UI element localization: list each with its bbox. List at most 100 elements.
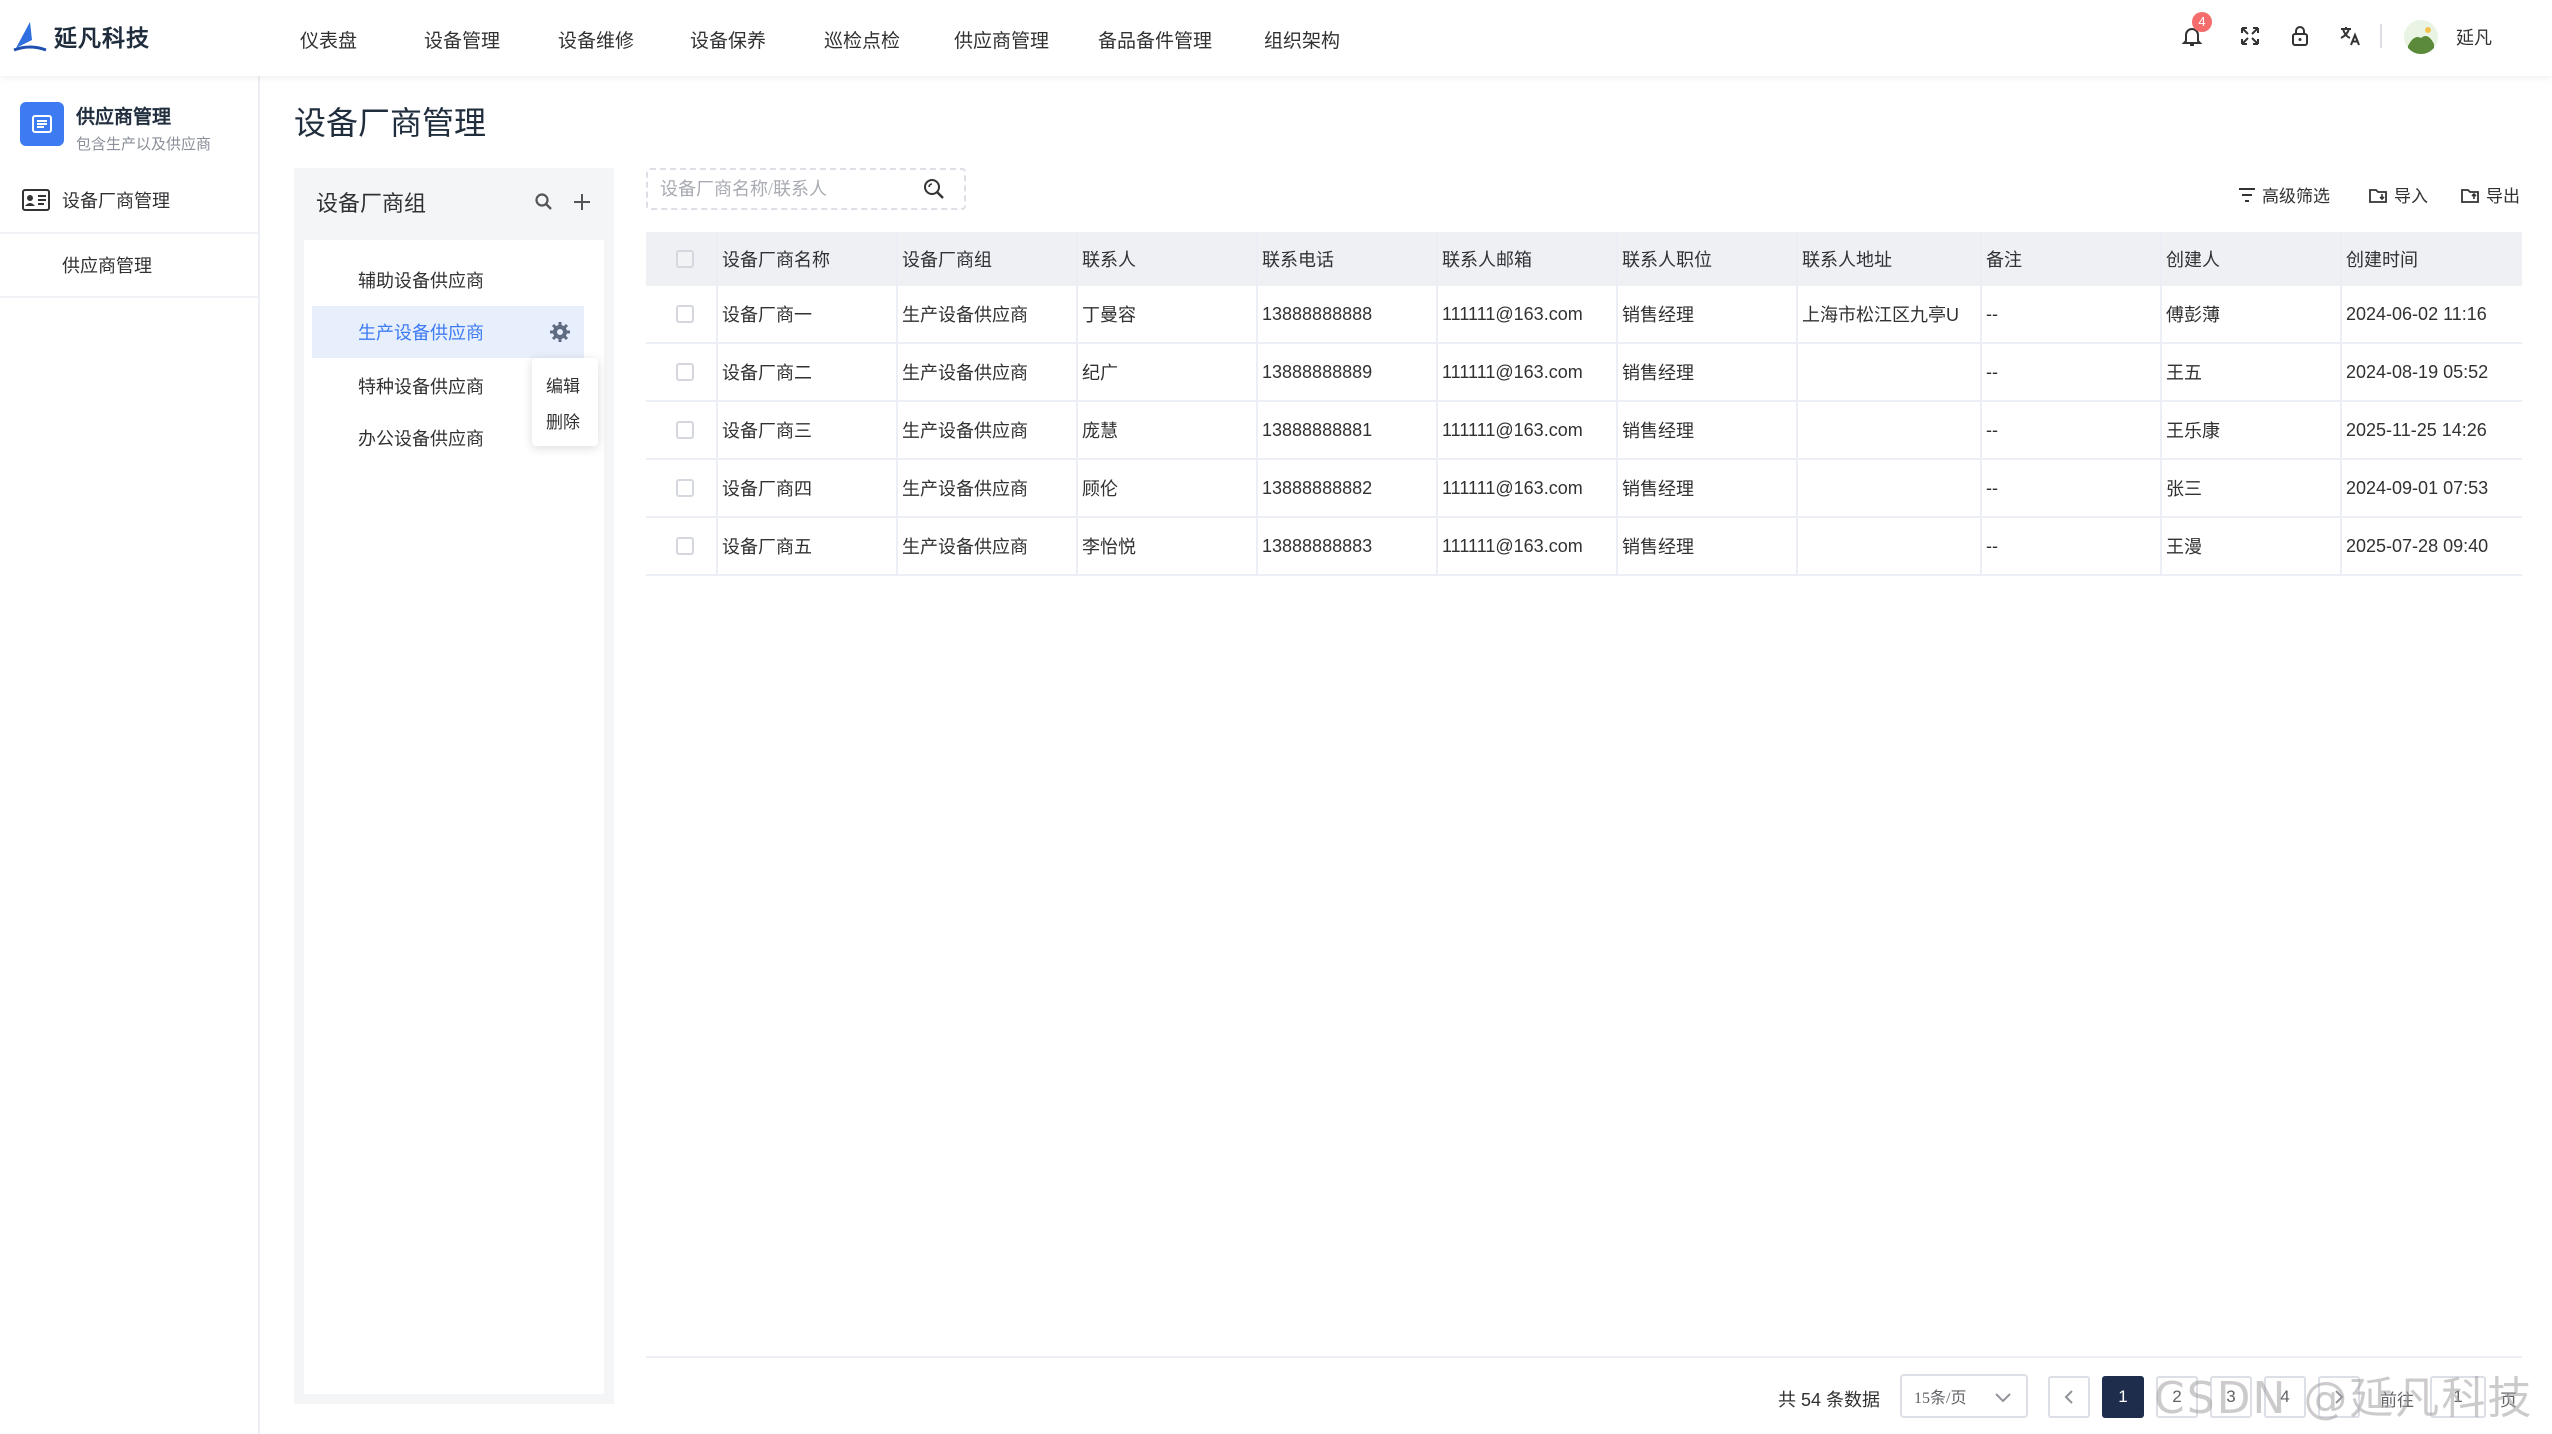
search-box [646,168,966,210]
id-card-icon [22,189,50,211]
table-row[interactable]: 设备厂商一 生产设备供应商 丁曼容 13888888888 111111@163.com… [646,286,2522,344]
supplier-module-icon [20,102,64,146]
column-divider [2160,232,2162,576]
page-size-select[interactable]: 15条/页 [1900,1374,2028,1418]
nav-inspection[interactable]: 巡检点检 [824,26,900,53]
table-cell: 111111@163.com [1442,361,1583,382]
header-divider [2380,24,2382,48]
sidebar-divider [0,296,258,298]
table-row[interactable]: 设备厂商二 生产设备供应商 纪广 13888888889 111111@163.com 销… [646,344,2522,402]
search-input[interactable] [660,178,910,200]
table-cell: 2025-11-25 14:26 [2346,419,2487,440]
group-item-production[interactable]: 生产设备供应商 [312,306,584,358]
nav-supplier[interactable]: 供应商管理 [954,26,1049,53]
import-button[interactable]: 导入 [2368,182,2428,207]
table-cell: 王乐康 [2166,421,2220,441]
sidebar: 供应商管理 包含生产以及供应商 设备厂商管理 供应商管理 [0,76,260,1434]
sidebar-item-vendor[interactable]: 设备厂商管理 [0,168,258,232]
nav-dashboard[interactable]: 仪表盘 [300,26,357,53]
page-button-1[interactable]: 1 [2102,1376,2144,1418]
row-checkbox-cell [672,286,694,342]
translate-icon[interactable] [2336,22,2364,50]
group-item-auxiliary[interactable]: 辅助设备供应商 [312,254,584,306]
table-row[interactable]: 设备厂商三 生产设备供应商 庞慧 13888888881 111111@163.com 销… [646,402,2522,460]
row-checkbox[interactable] [676,537,694,555]
select-all-checkbox[interactable] [676,250,694,268]
fullscreen-icon[interactable] [2236,22,2264,50]
group-context-menu: 编辑 删除 [532,358,598,446]
menu-item-delete[interactable]: 删除 [546,408,580,433]
table-cell: 张三 [2166,479,2202,499]
column-header: 联系人邮箱 [1442,250,1532,270]
gear-icon[interactable] [548,320,572,344]
notification-badge: 4 [2192,12,2212,32]
sidebar-subtitle: 包含生产以及供应商 [76,136,212,153]
table-cell: 111111@163.com [1442,303,1583,324]
table-cell: 销售经理 [1622,305,1694,325]
table-cell: 13888888888 [1262,303,1373,324]
row-checkbox-cell [672,518,694,574]
nav-spare-parts[interactable]: 备品备件管理 [1098,26,1212,53]
table-cell: 2024-08-19 05:52 [2346,361,2489,382]
export-button[interactable]: 导出 [2460,182,2520,207]
row-checkbox[interactable] [676,421,694,439]
search-icon[interactable] [920,176,948,204]
username[interactable]: 延凡 [2456,24,2492,50]
table-cell: 设备厂商二 [722,363,812,383]
nav-repair[interactable]: 设备维修 [558,26,634,53]
table-cell: 设备厂商一 [722,305,812,325]
advanced-filter-button[interactable]: 高级筛选 [2238,182,2330,207]
group-panel: 设备厂商组 辅助设备供应商 生产设备供应商 特种设备供应商 办公设备供应商 [294,168,614,1404]
lock-icon[interactable] [2286,22,2314,50]
table-cell: 生产设备供应商 [902,537,1028,557]
table-cell: 生产设备供应商 [902,421,1028,441]
menu-item-edit[interactable]: 编辑 [546,372,580,397]
table-cell [1798,518,1982,574]
table-cell: -- [1986,361,1998,382]
row-checkbox[interactable] [676,305,694,323]
search-icon[interactable] [530,188,558,216]
table-row[interactable]: 设备厂商四 生产设备供应商 顾伦 13888888882 111111@163.com 销… [646,460,2522,518]
column-divider [1436,232,1438,576]
table-header: 设备厂商名称 设备厂商组 联系人 联系电话 联系人邮箱 联系人职位 联系人地址 备注 创建人 创建… [646,232,2522,286]
table-cell: 上海市松江区九亭U [1802,305,1959,325]
chevron-down-icon [1995,1393,2011,1403]
group-panel-title: 设备厂商组 [316,191,427,216]
table-row[interactable]: 设备厂商五 生产设备供应商 李怡悦 13888888883 111111@163.com… [646,518,2522,576]
table-cell: 生产设备供应商 [902,305,1028,325]
avatar[interactable] [2404,20,2438,54]
prev-page-button[interactable] [2048,1376,2090,1418]
table-cell: 销售经理 [1622,479,1694,499]
sidebar-item-label: 设备厂商管理 [62,191,170,211]
table-cell: -- [1986,419,1998,440]
table-cell: 13888888889 [1262,361,1373,382]
table-cell: 傅彭薄 [2166,305,2220,325]
nav-equipment[interactable]: 设备管理 [424,26,500,53]
row-checkbox[interactable] [676,479,694,497]
column-divider [716,232,718,576]
table-cell: 13888888882 [1262,477,1373,498]
table-cell: 销售经理 [1622,363,1694,383]
column-divider [1796,232,1798,576]
logo-icon [13,22,47,52]
row-checkbox-cell [672,344,694,400]
table-cell: 纪广 [1082,363,1118,383]
column-divider [1076,232,1078,576]
table-cell: 销售经理 [1622,421,1694,441]
table-cell: 李怡悦 [1082,537,1136,557]
table-cell: 销售经理 [1622,537,1694,557]
row-checkbox[interactable] [676,363,694,381]
export-icon [2461,188,2479,203]
add-icon[interactable] [568,188,596,216]
table-cell [1798,344,1982,400]
nav-organization[interactable]: 组织架构 [1264,26,1340,53]
sidebar-item-supplier[interactable]: 供应商管理 [0,232,258,296]
table-cell [1798,402,1982,458]
column-header: 备注 [1986,250,2022,270]
table-cell: 2024-06-02 11:16 [2346,303,2487,324]
column-header: 创建人 [2166,250,2220,270]
logo[interactable]: 延凡科技 [12,18,150,54]
row-checkbox-cell [672,460,694,516]
nav-maintenance[interactable]: 设备保养 [690,26,766,53]
logo-text: 延凡科技 [54,25,150,51]
